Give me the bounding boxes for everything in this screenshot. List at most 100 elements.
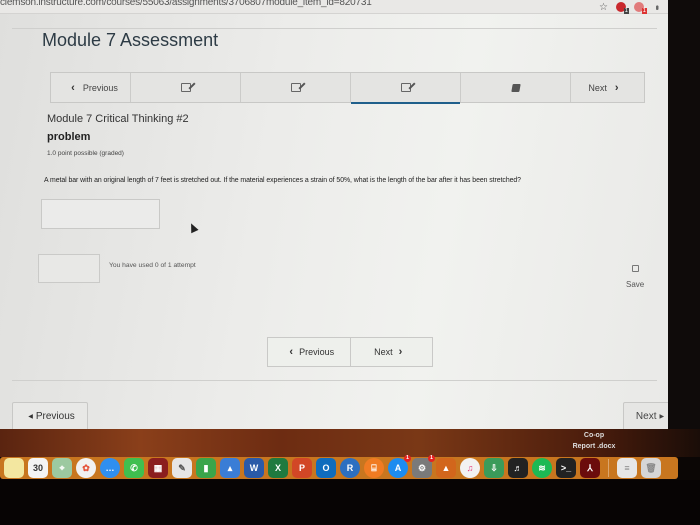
calendar-icon: 30 xyxy=(32,463,43,473)
footer-divider xyxy=(12,380,657,381)
matlab-icon: ▲ xyxy=(441,463,451,473)
edit-icon xyxy=(290,83,301,92)
sequence-item-3-active[interactable] xyxy=(351,73,461,104)
desktop-file-name-line2: Report .docx xyxy=(572,443,616,450)
notification-badge: 1 xyxy=(428,455,435,462)
chevron-left-icon: ‹ xyxy=(289,346,294,358)
dock-app-excel[interactable]: X xyxy=(268,458,288,478)
word-icon: W xyxy=(249,463,259,473)
screen-edge xyxy=(668,0,700,430)
dock-app-app-store[interactable]: A1 xyxy=(388,455,411,478)
dock-app-acrobat[interactable]: ⅄ xyxy=(580,458,600,478)
mouse-cursor-icon xyxy=(187,221,199,234)
sequence-next-label: Next xyxy=(588,82,607,93)
dock-app-books[interactable]: ⌸ xyxy=(364,458,384,478)
dock-app-facetime[interactable]: ✆ xyxy=(124,458,144,478)
problem-points: 1.0 point possible (graded) xyxy=(47,150,124,157)
page-title: Module 7 Assessment xyxy=(42,30,219,50)
maps-icon: ⌖ xyxy=(59,462,65,473)
messages-icon: … xyxy=(105,463,115,473)
address-bar[interactable]: clemson.instructure.com/courses/55063/as… xyxy=(0,0,372,8)
sequence-item-2[interactable] xyxy=(241,73,351,102)
laptop-bezel xyxy=(0,480,700,525)
save-icon[interactable] xyxy=(632,265,639,272)
dock-app-calendar[interactable]: 30 xyxy=(28,458,48,478)
title-divider xyxy=(12,28,657,29)
problem-subheading: problem xyxy=(47,131,91,143)
sequence-item-1[interactable] xyxy=(131,73,241,102)
edit-icon xyxy=(180,83,191,92)
dock-app-outlook[interactable]: O xyxy=(316,458,336,478)
unit-navigation: ‹ Previous Next › xyxy=(267,337,433,367)
dock-app-downloader[interactable]: ⇩ xyxy=(484,458,504,478)
canvas-page: Module 7 Assessment ‹ Previous Next › Mo… xyxy=(0,14,680,431)
extension-icon-1[interactable]: 1 xyxy=(616,2,629,15)
acrobat-icon: ⅄ xyxy=(587,462,593,473)
footer-previous-button[interactable]: ◀ Previous xyxy=(12,402,88,431)
chevron-left-icon: ‹ xyxy=(71,81,75,94)
edit-icon xyxy=(400,83,411,92)
submit-button[interactable] xyxy=(38,254,100,283)
desktop-file[interactable]: Co-op Report .docx xyxy=(560,430,628,452)
dock-app-messages[interactable]: … xyxy=(100,458,120,478)
dock-app-powerpoint[interactable]: P xyxy=(292,458,312,478)
dock-app-keynote[interactable]: ▴ xyxy=(220,458,240,478)
attempts-status: You have used 0 of 1 attempt xyxy=(109,262,196,269)
dock-app-maps[interactable]: ⌖ xyxy=(52,458,72,478)
browser-toolbar: clemson.instructure.com/courses/55063/as… xyxy=(0,0,668,15)
terminal-icon: >_ xyxy=(560,463,572,473)
dock-app-terminal[interactable]: >_ xyxy=(556,458,576,478)
dock-app-itunes[interactable]: ♫ xyxy=(460,458,480,478)
powerpoint-icon: P xyxy=(298,463,305,473)
save-button[interactable]: Save xyxy=(626,280,644,289)
app-store-icon: A xyxy=(394,463,402,473)
dock: 30 ⌖ ✿… ✆ ▦ ✎ ▮ ▴ W X P O R ⌸ A 1 ⚙ 1 ▲ ♫ ⇩ ♬ ≋ >_ ⅄ ≡ 🗑 xyxy=(0,455,678,479)
dock-app-notes[interactable] xyxy=(4,458,24,478)
problem-heading: Module 7 Critical Thinking #2 xyxy=(47,113,189,125)
sequence-previous-label: Previous xyxy=(82,82,118,93)
excel-icon: X xyxy=(274,463,281,473)
notification-badge: 1 xyxy=(404,455,411,462)
unit-previous-button[interactable]: ‹ Previous xyxy=(268,338,351,366)
footer-previous-label: Previous xyxy=(35,411,75,422)
browser-menu-icon[interactable]: ••• xyxy=(652,5,662,8)
dock-app-trash[interactable]: 🗑 xyxy=(641,458,661,478)
module-sequence-nav: ‹ Previous Next › xyxy=(50,72,645,104)
itunes-icon: ♫ xyxy=(466,463,474,473)
sequence-previous-button[interactable]: ‹ Previous xyxy=(51,73,131,102)
sequence-next-button[interactable]: Next › xyxy=(571,73,644,102)
piano-icon: ♬ xyxy=(513,463,523,473)
dock-separator xyxy=(608,459,609,477)
numbers-icon: ▮ xyxy=(203,462,209,473)
downloader-icon: ⇩ xyxy=(490,462,498,473)
dock-app-system-preferences[interactable]: ⚙ 1 xyxy=(412,455,435,478)
dock-app-piano[interactable]: ♬ xyxy=(508,458,528,478)
dock-app-matlab[interactable]: ▲ xyxy=(436,458,456,478)
unit-previous-label: Previous xyxy=(299,347,335,357)
dock-app-spotify[interactable]: ≋ xyxy=(532,458,552,478)
dock-app-r[interactable]: R xyxy=(340,458,360,478)
r-icon: R xyxy=(346,463,354,473)
photos-icon: ✿ xyxy=(82,462,90,473)
extension-icon-2[interactable]: 1 xyxy=(634,2,647,15)
problem-question: A metal bar with an original length of 7… xyxy=(44,177,521,184)
screen: clemson.instructure.com/courses/55063/as… xyxy=(0,0,700,525)
chevron-right-icon: › xyxy=(398,346,403,358)
answer-input[interactable] xyxy=(41,199,160,229)
trash-icon: 🗑 xyxy=(645,462,657,473)
dock-app-photos[interactable]: ✿ xyxy=(76,458,96,478)
bookmark-star-icon[interactable]: ☆ xyxy=(599,2,608,13)
dock-app-document-stack[interactable]: ≡ xyxy=(617,458,637,478)
dock-app-textedit[interactable]: ✎ xyxy=(172,458,192,478)
footer-next-label: Next xyxy=(635,411,657,422)
keynote-icon: ▴ xyxy=(227,462,233,473)
dock-app-numbers[interactable]: ▮ xyxy=(196,458,216,478)
dock-app-word[interactable]: W xyxy=(244,458,264,478)
unit-next-button[interactable]: Next › xyxy=(351,338,433,366)
desktop-file-name-line1: Co-op xyxy=(583,432,605,439)
sequence-item-4[interactable] xyxy=(461,73,571,102)
triangle-right-icon: ▶ xyxy=(659,414,665,420)
books-icon: ⌸ xyxy=(371,462,377,473)
dock-app-photo-booth[interactable]: ▦ xyxy=(148,458,168,478)
system-preferences-icon: ⚙ xyxy=(417,462,427,473)
